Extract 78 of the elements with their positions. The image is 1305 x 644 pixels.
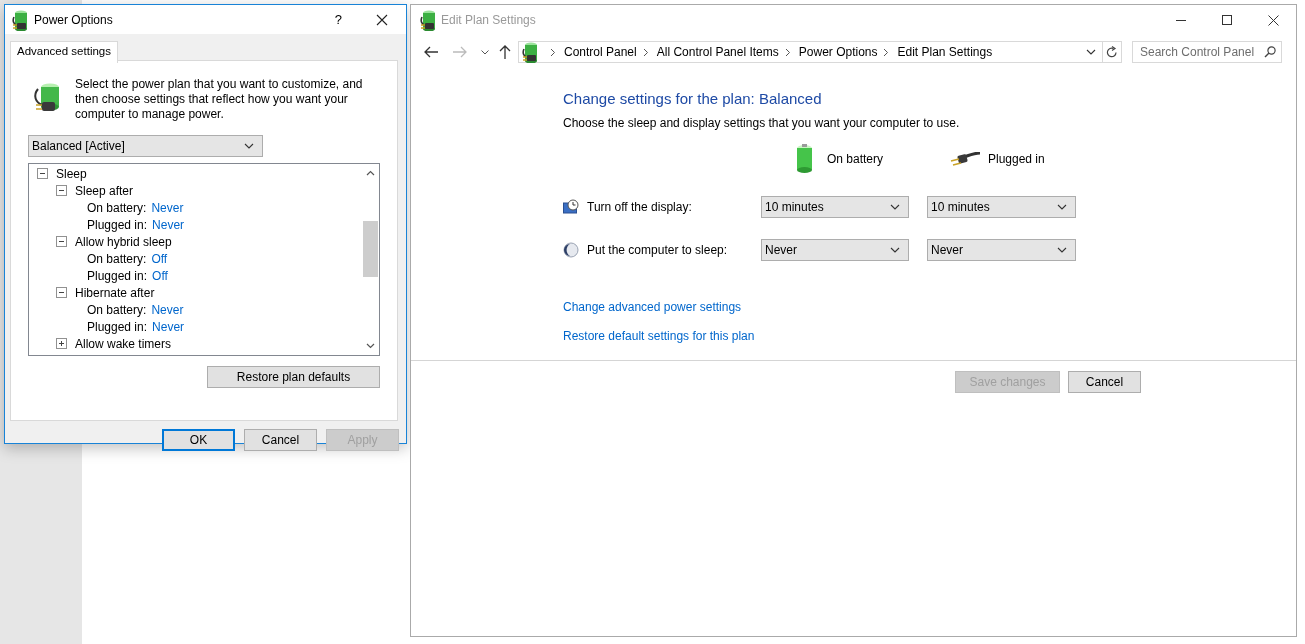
setting-value[interactable]: Never xyxy=(151,200,184,215)
window-button[interactable]: Cancel xyxy=(1068,371,1141,393)
dialog-button[interactable]: Cancel xyxy=(244,429,317,451)
chevron-right-icon xyxy=(642,47,649,57)
help-button[interactable]: ? xyxy=(334,12,342,27)
breadcrumb-item[interactable]: Power Options xyxy=(798,45,878,59)
chevron-down-icon xyxy=(244,143,254,149)
setting-value[interactable]: Never xyxy=(152,217,185,232)
setting-value[interactable]: Never xyxy=(152,319,185,334)
window-title: Edit Plan Settings xyxy=(441,13,537,27)
restore-defaults-button[interactable]: Restore plan defaults xyxy=(207,366,380,388)
tree-item[interactable]: Allow hybrid sleep xyxy=(75,234,172,249)
dropdown[interactable]: 10 minutes xyxy=(761,196,909,218)
tree-item[interactable]: Hibernate after xyxy=(75,285,155,300)
setting-value[interactable]: Off xyxy=(151,251,168,266)
setting-label: Plugged in: xyxy=(87,217,148,232)
description: Select the power plan that you want to customize, and then choose settings that reflect how you want your computer to manage power. xyxy=(75,77,364,122)
setting-label: On battery: xyxy=(87,251,147,266)
moon-icon xyxy=(563,242,579,258)
power-plug-icon xyxy=(12,8,30,31)
maximize-icon xyxy=(1222,15,1232,25)
power-plug-icon xyxy=(420,9,438,31)
window-title: Power Options xyxy=(34,12,114,27)
collapse-icon[interactable] xyxy=(56,236,67,247)
battery-icon xyxy=(796,144,813,174)
dialog-button[interactable]: OK xyxy=(162,429,235,451)
scroll-down-icon[interactable] xyxy=(366,343,375,349)
chevron-down-icon xyxy=(1057,247,1067,253)
link[interactable]: Change advanced power settings xyxy=(563,299,742,315)
setting-label: On battery: xyxy=(87,200,147,215)
dropdown[interactable]: 10 minutes xyxy=(927,196,1076,218)
chevron-right-icon xyxy=(883,47,890,57)
tree-item[interactable]: Allow wake timers xyxy=(75,336,172,351)
setting-label: Turn off the display: xyxy=(587,200,692,214)
tree-item[interactable]: Sleep xyxy=(56,166,87,181)
chevron-down-icon xyxy=(890,247,900,253)
setting-value[interactable]: Never xyxy=(151,302,184,317)
chevron-down-icon xyxy=(1057,204,1067,210)
setting-label: Plugged in: xyxy=(87,319,148,334)
setting-value[interactable]: Off xyxy=(152,268,168,283)
search-icon[interactable] xyxy=(1264,46,1276,58)
link[interactable]: Restore default settings for this plan xyxy=(563,328,755,344)
scroll-thumb[interactable] xyxy=(363,221,378,277)
breadcrumb-item[interactable]: Edit Plan Settings xyxy=(897,45,993,59)
chevron-down-icon xyxy=(890,204,900,210)
breadcrumb-item[interactable]: All Control Panel Items xyxy=(656,45,779,59)
dropdown[interactable]: Never xyxy=(927,239,1076,261)
column-label: On battery xyxy=(827,152,884,166)
setting-label: On battery: xyxy=(87,302,147,317)
collapse-icon[interactable] xyxy=(56,185,67,196)
power-plug-icon xyxy=(950,152,980,166)
chevron-right-icon xyxy=(784,47,791,57)
page-heading: Change settings for the plan: Balanced xyxy=(563,89,822,109)
setting-label: Plugged in: xyxy=(87,268,148,283)
tab[interactable]: Advanced settings xyxy=(10,41,118,63)
refresh-icon xyxy=(1106,45,1118,59)
collapse-icon[interactable] xyxy=(56,287,67,298)
power-plug-icon xyxy=(522,41,540,63)
page-subtitle: Choose the sleep and display settings that you want your computer to use. xyxy=(563,115,960,131)
column-label: Plugged in xyxy=(988,152,1045,166)
chevron-right-icon xyxy=(550,47,556,57)
close-icon xyxy=(1267,14,1279,26)
monitor-clock-icon xyxy=(563,199,579,215)
dropdown[interactable]: Never xyxy=(761,239,909,261)
scroll-up-icon[interactable] xyxy=(366,170,375,176)
breadcrumb-item[interactable]: Control Panel xyxy=(564,45,637,59)
up-arrow-icon[interactable] xyxy=(498,44,512,60)
collapse-icon[interactable] xyxy=(37,168,48,179)
dropdown[interactable]: Balanced [Active] xyxy=(28,135,263,157)
address-dropdown-icon xyxy=(1086,49,1096,55)
expand-icon[interactable] xyxy=(56,338,67,349)
tree-item[interactable]: Sleep after xyxy=(75,183,134,198)
setting-label: Put the computer to sleep: xyxy=(587,243,728,257)
address-bar[interactable]: Control Panel All Control Panel Items Power Options Edit Plan Settings xyxy=(518,41,1122,63)
search-field[interactable]: Search Control Panel xyxy=(1132,41,1282,63)
close-icon[interactable] xyxy=(376,13,388,26)
back-arrow-icon[interactable] xyxy=(423,45,439,59)
recent-caret-icon[interactable] xyxy=(481,49,489,55)
